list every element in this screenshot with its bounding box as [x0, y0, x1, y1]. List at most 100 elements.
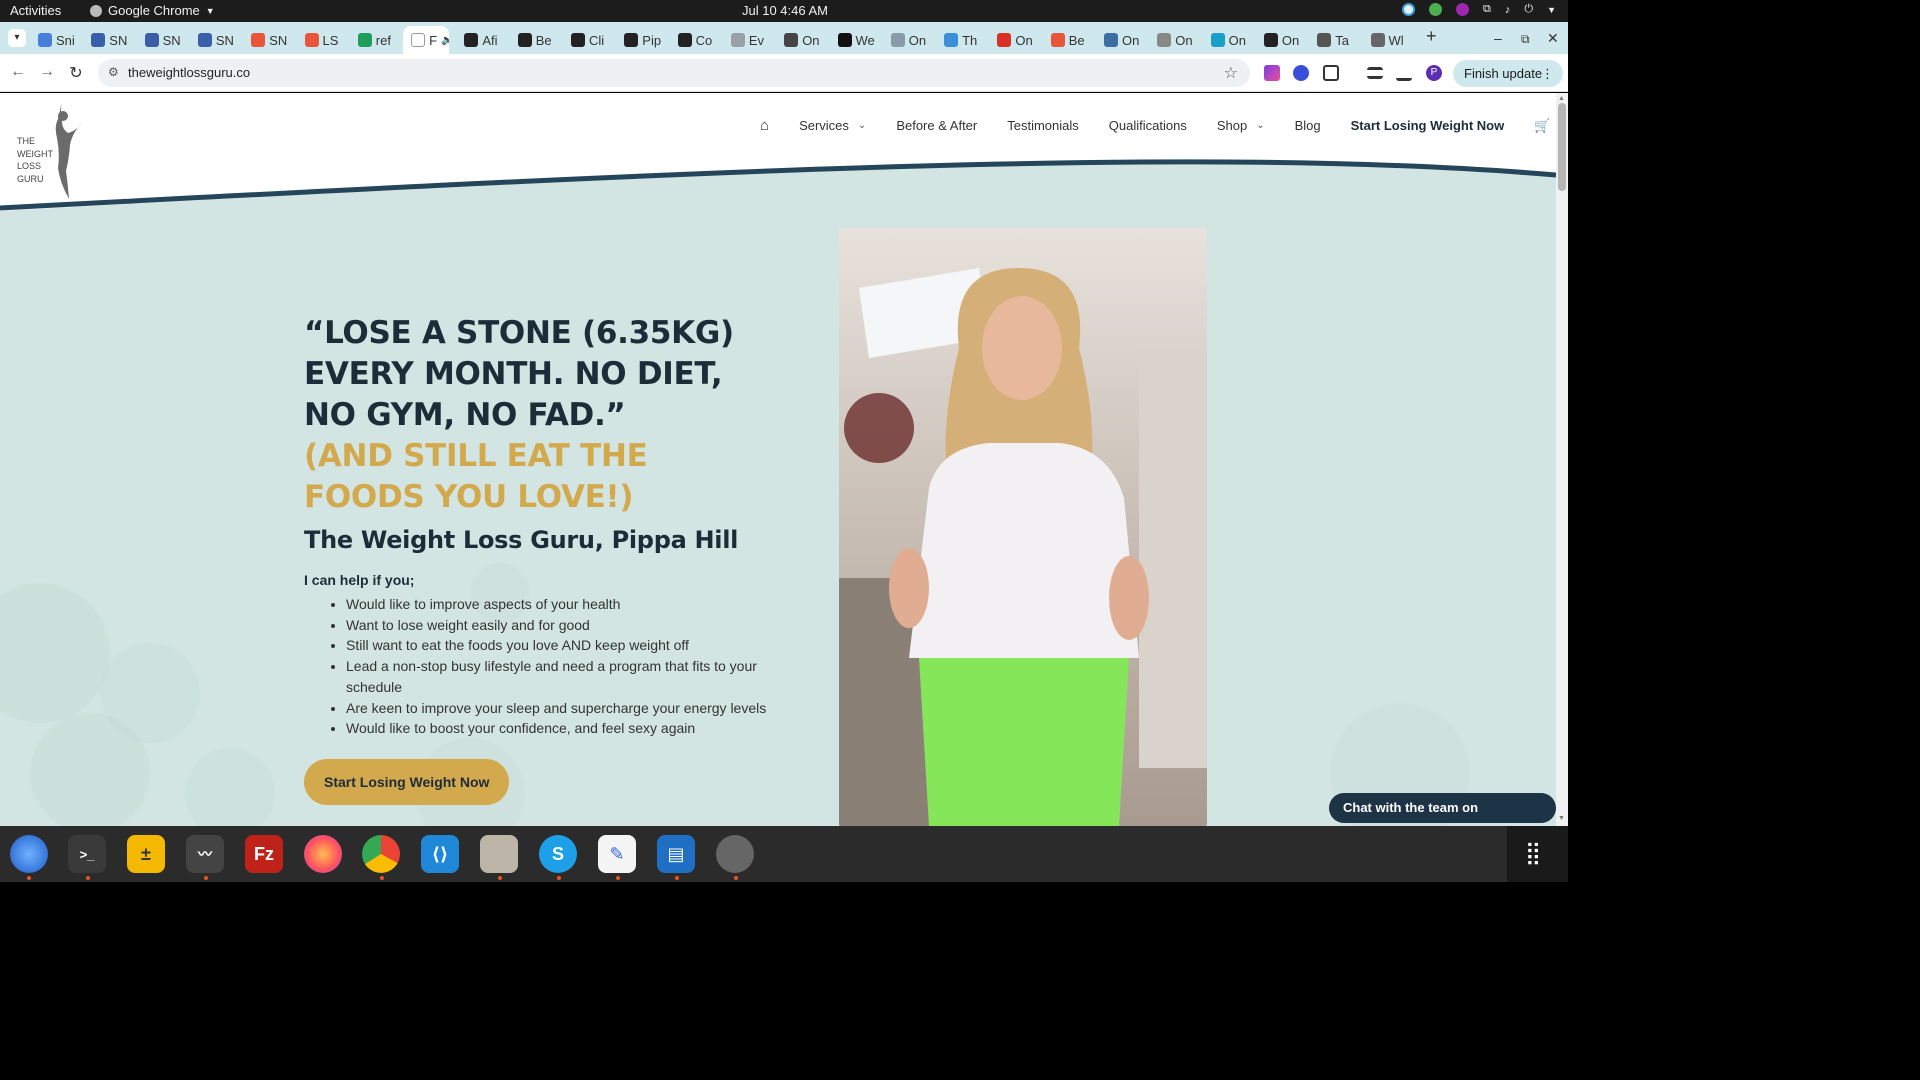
tab-favicon-icon: [197, 33, 212, 47]
profile-avatar[interactable]: P: [1426, 65, 1442, 81]
extension-tray-icon[interactable]: [1429, 3, 1443, 16]
forward-button[interactable]: →: [37, 63, 57, 81]
tab-search-button[interactable]: ▾: [8, 29, 26, 47]
tab[interactable]: On: [1203, 26, 1255, 54]
tab[interactable]: Be: [510, 26, 562, 54]
tab[interactable]: SN: [190, 26, 242, 54]
running-indicator: [616, 876, 620, 880]
tab[interactable]: On: [776, 26, 828, 54]
tab[interactable]: On: [1256, 26, 1308, 54]
scroll-thumb[interactable]: [1558, 103, 1566, 191]
text-editor-icon[interactable]: ✎: [598, 835, 636, 873]
intro-video[interactable]: [839, 228, 1207, 826]
scroll-up-icon[interactable]: ▲: [1558, 95, 1565, 102]
tab[interactable]: On: [1096, 26, 1148, 54]
address-bar[interactable]: ⚙ theweightlossguru.co ☆: [98, 59, 1250, 87]
clock[interactable]: Jul 10 4:46 AM: [742, 3, 828, 18]
tab[interactable]: Wl: [1363, 26, 1415, 54]
tab[interactable]: Ev: [723, 26, 775, 54]
chrome-icon[interactable]: [362, 835, 400, 873]
minimize-button[interactable]: –: [1494, 30, 1502, 46]
logo-text-line: WEIGHT: [17, 148, 53, 159]
home-icon[interactable]: ⌂: [760, 117, 769, 134]
calculator-icon[interactable]: ±: [127, 835, 165, 873]
nav-start-losing-weight[interactable]: Start Losing Weight Now: [1351, 118, 1505, 133]
nav-shop[interactable]: Shop ⌄: [1217, 118, 1265, 133]
tab[interactable]: Sni: [30, 26, 82, 54]
start-losing-weight-button[interactable]: Start Losing Weight Now: [304, 758, 510, 805]
sync-icon[interactable]: [1402, 3, 1416, 16]
tab[interactable]: Ta: [1309, 26, 1361, 54]
thunderbird-icon[interactable]: [10, 835, 48, 873]
reload-button[interactable]: ↻: [66, 63, 86, 83]
nav-blog[interactable]: Blog: [1295, 118, 1321, 133]
bookmark-star-icon[interactable]: ☆: [1224, 63, 1238, 83]
system-monitor-icon[interactable]: 〰: [186, 835, 224, 873]
tab[interactable]: Th: [936, 26, 988, 54]
app-menu[interactable]: Google Chrome ▼: [90, 3, 215, 18]
header-wave: [0, 153, 1556, 211]
speaker-icon[interactable]: 🔈: [441, 35, 449, 46]
new-tab-button[interactable]: +: [1426, 26, 1437, 47]
activities-button[interactable]: Activities: [10, 3, 61, 18]
chrome-app-icon: [90, 4, 102, 17]
firefox-icon[interactable]: [304, 835, 342, 873]
tab[interactable]: LS: [297, 26, 349, 54]
skype-icon[interactable]: S: [539, 835, 577, 873]
site-info-icon[interactable]: ⚙: [108, 65, 119, 79]
tab[interactable]: On: [883, 26, 935, 54]
finish-update-button[interactable]: Finish update ⋮: [1453, 60, 1563, 87]
tab[interactable]: ref: [350, 26, 402, 54]
nav-before-after[interactable]: Before & After: [896, 118, 977, 133]
volume-icon[interactable]: ♪: [1505, 4, 1511, 16]
page-scrollbar[interactable]: ▲ ▼: [1556, 93, 1568, 826]
system-top-bar: Activities Google Chrome ▼ Jul 10 4:46 A…: [0, 0, 1568, 22]
vscode-icon[interactable]: ⟨⟩: [421, 835, 459, 873]
gear-extension-icon[interactable]: [1293, 65, 1309, 81]
nav-qualifications[interactable]: Qualifications: [1109, 118, 1187, 133]
terminal-icon[interactable]: >_: [68, 835, 106, 873]
running-indicator: [380, 876, 384, 880]
disk-icon[interactable]: [716, 835, 754, 873]
back-button[interactable]: ←: [8, 63, 28, 81]
filezilla-icon[interactable]: Fz: [245, 835, 283, 873]
tab[interactable]: SN: [137, 26, 189, 54]
tab-favicon-icon: [1157, 33, 1172, 47]
restore-button[interactable]: ⧉: [1521, 32, 1530, 47]
tab[interactable]: Be: [1043, 26, 1095, 54]
scroll-down-icon[interactable]: ▼: [1558, 815, 1565, 822]
url-text[interactable]: theweightlossguru.co: [128, 65, 250, 80]
whatsapp-chat-button[interactable]: Chat with the team on Whatsapp ✆: [1329, 793, 1556, 823]
tab[interactable]: Cli: [563, 26, 615, 54]
site-logo[interactable]: THE WEIGHT LOSS GURU: [14, 103, 94, 203]
files-icon[interactable]: [480, 835, 518, 873]
close-window-button[interactable]: ✕: [1547, 30, 1559, 47]
power-icon[interactable]: ⏻: [1524, 3, 1533, 16]
tab[interactable]: On: [1149, 26, 1201, 54]
color-picker-tray-icon[interactable]: [1456, 3, 1470, 16]
tab[interactable]: SN: [83, 26, 135, 54]
show-apps-button[interactable]: ⣿: [1507, 826, 1568, 882]
chevron-down-icon[interactable]: ▼: [1547, 5, 1556, 15]
tab-active[interactable]: F🔈✕: [403, 26, 450, 54]
document-viewer-icon[interactable]: ▤: [657, 835, 695, 873]
nav-testimonials[interactable]: Testimonials: [1007, 118, 1079, 133]
tab[interactable]: SN: [243, 26, 295, 54]
tab-label: On: [1281, 32, 1300, 48]
pen-extension-icon[interactable]: [1264, 65, 1280, 81]
cart-icon[interactable]: 🛒: [1534, 118, 1550, 134]
tab[interactable]: Afi: [456, 26, 508, 54]
download-icon[interactable]: [1396, 65, 1412, 81]
network-icon[interactable]: ⧉: [1483, 3, 1491, 16]
tab[interactable]: Co: [670, 26, 722, 54]
tab[interactable]: Pip: [616, 26, 668, 54]
tab[interactable]: We: [830, 26, 882, 54]
kebab-menu-icon[interactable]: ⋮: [1541, 60, 1554, 87]
system-tray[interactable]: ⧉ ♪ ⏻ ▼: [1402, 3, 1556, 16]
browser-toolbar: ← → ↻ ⚙ theweightlossguru.co ☆ Finish up…: [0, 54, 1568, 92]
puzzle-extensions-icon[interactable]: [1323, 65, 1339, 81]
chevron-down-icon: ⌄: [857, 120, 867, 131]
tab[interactable]: On: [989, 26, 1041, 54]
media-controls-icon[interactable]: [1367, 67, 1383, 79]
nav-services[interactable]: Services ⌄: [799, 118, 866, 133]
